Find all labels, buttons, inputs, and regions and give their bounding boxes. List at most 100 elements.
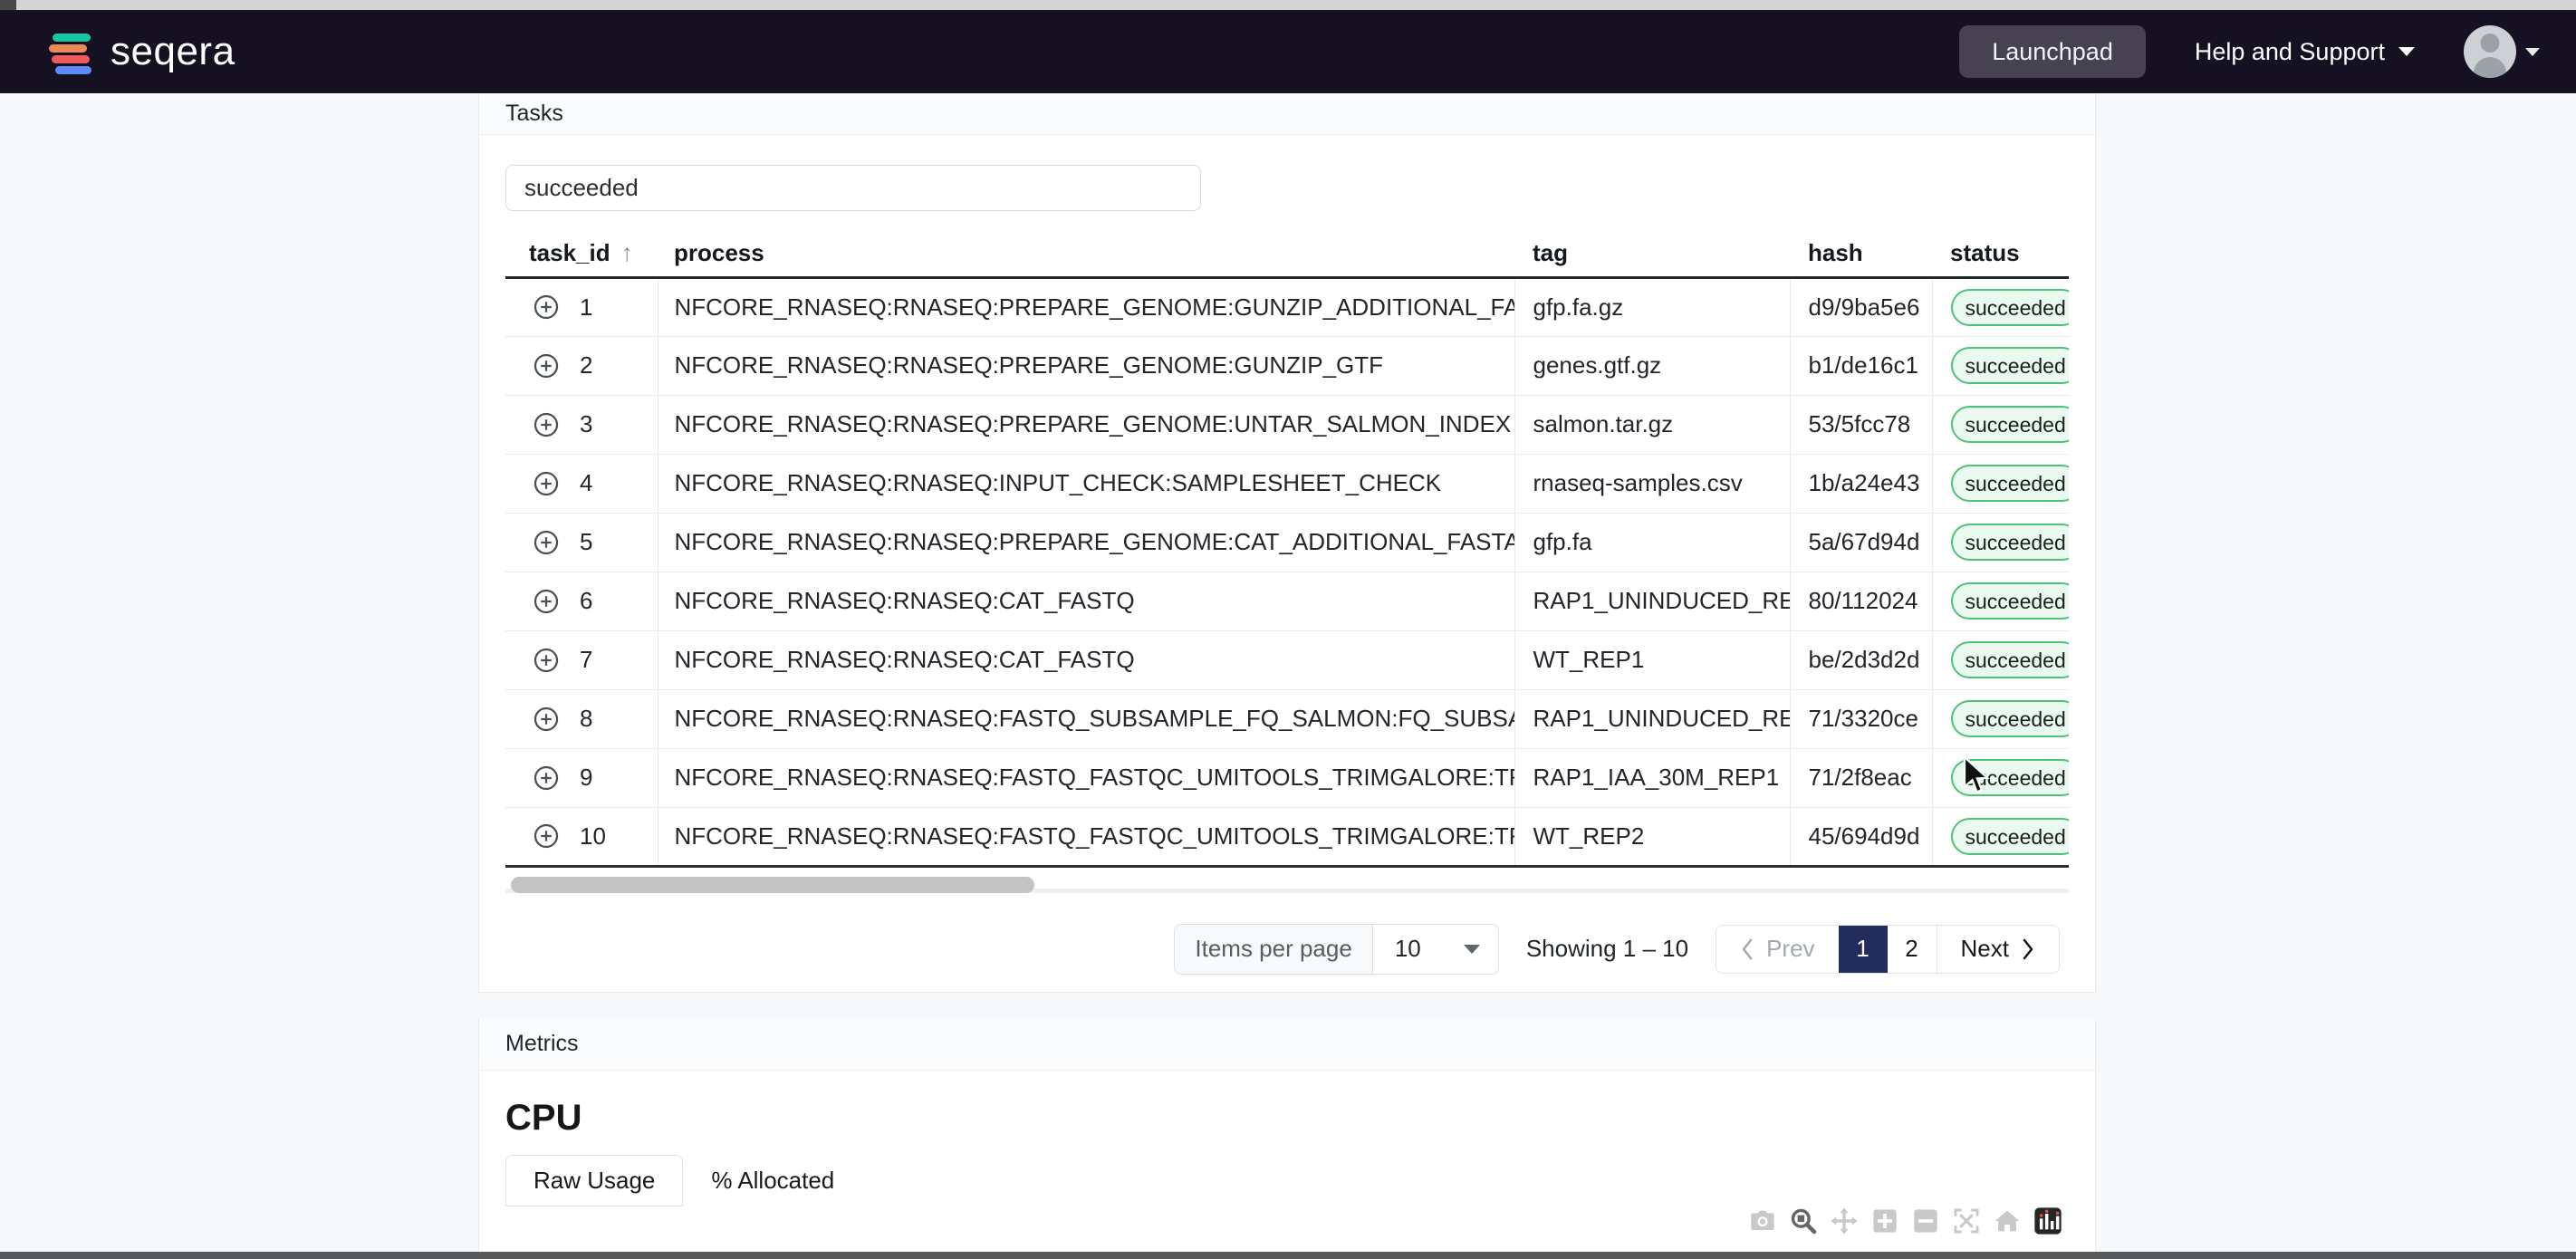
metrics-tabs: Raw Usage% Allocated [505,1155,2069,1206]
help-and-support-menu[interactable]: Help and Support [2195,38,2415,66]
hash-cell: 5a/67d94d [1790,513,1933,572]
zoom-out-icon[interactable] [1911,1206,1940,1235]
status-badge[interactable]: succeeded [1950,817,2069,855]
reset-axes-icon[interactable] [1993,1206,2022,1235]
table-row[interactable]: 10 NFCORE_RNASEQ:RNASEQ:FASTQ_FASTQC_UMI… [505,807,2069,868]
process-cell: NFCORE_RNASEQ:RNASEQ:PREPARE_GENOME:GUNZ… [658,277,1515,337]
status-badge[interactable]: succeeded [1950,406,2069,443]
browser-corner [0,0,16,10]
status-badge[interactable]: succeeded [1950,700,2069,737]
table-row[interactable]: 5 NFCORE_RNASEQ:RNASEQ:PREPARE_GENOME:CA… [505,513,2069,572]
tag-cell: RAP1_UNINDUCED_REP2 [1514,572,1791,631]
chart-modebar [1748,1206,2062,1235]
chevron-right-icon [2023,938,2033,959]
tab-allocated[interactable]: % Allocated [683,1155,862,1206]
hash-cell: be/2d3d2d [1790,630,1933,690]
launchpad-button[interactable]: Launchpad [1959,25,2146,78]
expand-row-icon[interactable] [533,411,560,438]
table-row[interactable]: 2 NFCORE_RNASEQ:RNASEQ:PREPARE_GENOME:GU… [505,336,2069,396]
tag-cell: RAP1_IAA_30M_REP1 [1514,748,1791,808]
tab-raw-usage[interactable]: Raw Usage [505,1155,684,1206]
column-header-tag[interactable]: tag [1514,230,1790,279]
caret-down-icon [1463,944,1480,954]
showing-range-label: Showing 1 – 10 [1525,935,1689,962]
tasks-search-input[interactable] [505,165,1201,211]
table-row[interactable]: 7 NFCORE_RNASEQ:RNASEQ:CAT_FASTQ WT_REP1… [505,630,2069,690]
scrollbar-thumb[interactable] [511,876,1034,893]
column-header-task-id[interactable]: task_id ↑ [505,230,658,279]
items-per-page-select[interactable]: 10 [1373,925,1498,974]
status-badge[interactable]: succeeded [1950,759,2069,796]
status-badge[interactable]: succeeded [1950,524,2069,561]
expand-row-icon[interactable] [533,293,560,321]
expand-row-icon[interactable] [533,588,560,615]
column-header-process[interactable]: process [658,230,1514,279]
metrics-section-header: Metrics [479,1018,2095,1071]
column-header-status[interactable]: status [1932,230,2069,279]
table-row[interactable]: 6 NFCORE_RNASEQ:RNASEQ:CAT_FASTQ RAP1_UN… [505,572,2069,631]
expand-row-icon[interactable] [533,470,560,497]
tasks-section-header: Tasks [479,93,2095,135]
autoscale-icon[interactable] [1952,1206,1981,1235]
pagination-row: Items per page 10 Showing 1 – 10 Prev 12… [505,923,2069,975]
expand-row-icon[interactable] [533,706,560,733]
expand-row-icon[interactable] [533,647,560,674]
tag-cell: RAP1_UNINDUCED_REP1 [1514,689,1791,749]
table-row[interactable]: 3 NFCORE_RNASEQ:RNASEQ:PREPARE_GENOME:UN… [505,395,2069,455]
sort-asc-icon: ↑ [620,238,634,266]
expand-row-icon[interactable] [533,764,560,792]
user-menu[interactable] [2464,25,2540,78]
tag-cell: genes.gtf.gz [1514,336,1791,396]
bottom-dark-bar [0,1252,2576,1259]
task-id-cell: 9 [580,764,593,791]
help-menu-label: Help and Support [2194,37,2385,65]
pan-icon[interactable] [1830,1206,1859,1235]
plotly-logo-icon[interactable] [2033,1206,2062,1235]
prev-page-button[interactable]: Prev [1716,926,1838,973]
task-id-cell: 1 [580,293,593,321]
zoom-in-icon[interactable] [1870,1206,1899,1235]
process-cell: NFCORE_RNASEQ:RNASEQ:PREPARE_GENOME:CAT_… [658,513,1515,572]
task-id-cell: 7 [580,646,593,673]
status-badge[interactable]: succeeded [1950,288,2069,326]
metrics-card: Metrics CPU Raw Usage% Allocated [478,1018,2096,1259]
tasks-table: task_id ↑ process tag hash status 1 NFCOR… [505,230,2069,868]
camera-icon[interactable] [1748,1206,1777,1235]
column-header-hash[interactable]: hash [1790,230,1932,279]
hash-cell: 80/112024 [1790,572,1933,631]
tag-cell: gfp.fa.gz [1514,277,1791,337]
status-badge[interactable]: succeeded [1950,465,2069,502]
table-row[interactable]: 9 NFCORE_RNASEQ:RNASEQ:FASTQ_FASTQC_UMIT… [505,748,2069,808]
brand-name: seqera [111,29,235,73]
caret-down-icon [2525,47,2540,56]
seqera-logo-icon [47,26,94,77]
page-button-1[interactable]: 1 [1838,925,1888,973]
seqera-brand[interactable]: seqera [47,26,235,77]
status-badge[interactable]: succeeded [1950,641,2069,678]
tag-cell: salmon.tar.gz [1514,395,1791,455]
expand-row-icon[interactable] [533,529,560,556]
items-per-page-label: Items per page [1175,924,1373,974]
process-cell: NFCORE_RNASEQ:RNASEQ:CAT_FASTQ [658,572,1515,631]
page-button-2[interactable]: 2 [1888,926,1937,973]
table-row[interactable]: 1 NFCORE_RNASEQ:RNASEQ:PREPARE_GENOME:GU… [505,277,2069,337]
next-page-button[interactable]: Next [1936,925,2059,973]
table-row[interactable]: 4 NFCORE_RNASEQ:RNASEQ:INPUT_CHECK:SAMPL… [505,454,2069,514]
expand-row-icon[interactable] [533,822,560,850]
task-id-cell: 8 [580,705,593,732]
status-badge[interactable]: succeeded [1950,582,2069,620]
status-badge[interactable]: succeeded [1950,347,2069,384]
chevron-left-icon [1742,938,1753,959]
task-id-cell: 6 [580,587,593,614]
expand-row-icon[interactable] [533,352,560,380]
table-horizontal-scrollbar [505,876,2069,893]
tag-cell: WT_REP2 [1514,807,1791,868]
tasks-section-title: Tasks [505,101,563,126]
browser-top-edge [0,0,2576,10]
user-avatar-icon [2464,25,2516,78]
hash-cell: b1/de16c1 [1790,336,1933,396]
process-cell: NFCORE_RNASEQ:RNASEQ:CAT_FASTQ [658,630,1515,690]
tasks-table-header-row: task_id ↑ process tag hash status [505,230,2069,279]
box-zoom-icon[interactable] [1789,1206,1818,1235]
table-row[interactable]: 8 NFCORE_RNASEQ:RNASEQ:FASTQ_SUBSAMPLE_F… [505,689,2069,749]
